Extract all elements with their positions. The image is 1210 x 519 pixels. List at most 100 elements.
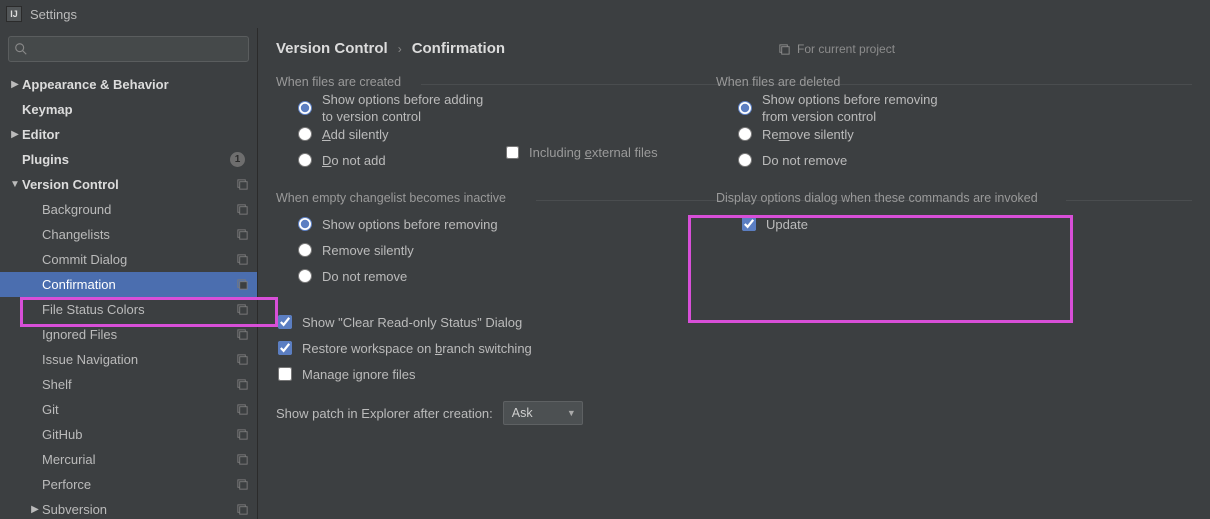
project-scope-icon	[235, 178, 249, 192]
check-restore-workspace[interactable]: Restore workspace on branch switching	[276, 335, 676, 361]
radio-input[interactable]	[738, 127, 752, 141]
group-legend: When empty changelist becomes inactive	[276, 191, 506, 205]
radio-label: Do not remove	[322, 269, 407, 284]
tree-item-label: Plugins	[22, 152, 230, 167]
radio-input[interactable]	[298, 153, 312, 167]
tree-item-background[interactable]: ▶Background	[0, 197, 257, 222]
patch-select[interactable]: Ask ▼	[503, 401, 583, 425]
select-value: Ask	[512, 406, 533, 420]
plain-checks: Show "Clear Read-only Status" Dialog Res…	[276, 309, 676, 387]
radio-label: Add silently	[322, 127, 388, 142]
tree-item-issue-navigation[interactable]: ▶Issue Navigation	[0, 347, 257, 372]
window-title: Settings	[30, 7, 77, 22]
project-scope-icon	[235, 228, 249, 242]
radio-input[interactable]	[298, 217, 312, 231]
tree-item-mercurial[interactable]: ▶Mercurial	[0, 447, 257, 472]
project-scope-icon	[235, 328, 249, 342]
radio-label: Show options before removing from versio…	[762, 92, 938, 124]
tree-item-changelists[interactable]: ▶Changelists	[0, 222, 257, 247]
tree-item-label: File Status Colors	[42, 302, 235, 317]
radio-created-show-options[interactable]: Show options before adding to version co…	[298, 95, 666, 121]
check-including-external[interactable]: Including external files	[506, 145, 658, 160]
tree-item-perforce[interactable]: ▶Perforce	[0, 472, 257, 497]
tree-item-github[interactable]: ▶GitHub	[0, 422, 257, 447]
tree-item-label: GitHub	[42, 427, 235, 442]
breadcrumb: Version Control › Confirmation	[276, 40, 1192, 57]
right-column: When files are deleted Show options befo…	[716, 77, 1192, 425]
chevron-right-icon[interactable]: ▶	[28, 504, 42, 515]
tree-item-label: Subversion	[42, 502, 235, 517]
search-icon	[14, 42, 28, 56]
radio-empty-do-not-remove[interactable]: Do not remove	[298, 263, 666, 289]
patch-label: Show patch in Explorer after creation:	[276, 406, 493, 421]
project-scope-icon	[235, 253, 249, 267]
tree-item-label: Git	[42, 402, 235, 417]
search	[8, 36, 249, 62]
checkbox-input[interactable]	[278, 367, 292, 381]
settings-tree: ▶Appearance & Behavior▶Keymap▶Editor▶Plu…	[0, 70, 257, 519]
chevron-right-icon: ›	[398, 42, 402, 56]
tree-item-editor[interactable]: ▶Editor	[0, 122, 257, 147]
tree-item-shelf[interactable]: ▶Shelf	[0, 372, 257, 397]
radio-label: Remove silently	[762, 127, 854, 142]
radio-empty-remove-silently[interactable]: Remove silently	[298, 237, 666, 263]
chevron-down-icon[interactable]: ▼	[8, 179, 22, 190]
radio-deleted-do-not-remove[interactable]: Do not remove	[738, 147, 1182, 173]
project-scope-icon	[235, 453, 249, 467]
radio-deleted-remove-silently[interactable]: Remove silently	[738, 121, 1182, 147]
tree-item-ignored-files[interactable]: ▶Ignored Files	[0, 322, 257, 347]
radio-label: Do not remove	[762, 153, 847, 168]
tree-item-plugins[interactable]: ▶Plugins1	[0, 147, 257, 172]
checkbox-input[interactable]	[278, 341, 292, 355]
radio-input[interactable]	[298, 243, 312, 257]
tree-item-appearance-behavior[interactable]: ▶Appearance & Behavior	[0, 72, 257, 97]
radio-label: Do not add	[322, 153, 386, 168]
tree-item-label: Background	[42, 202, 235, 217]
project-scope-icon	[235, 303, 249, 317]
check-manage-ignore[interactable]: Manage ignore files	[276, 361, 676, 387]
radio-input[interactable]	[298, 269, 312, 283]
check-clear-readonly[interactable]: Show "Clear Read-only Status" Dialog	[276, 309, 676, 335]
tree-item-git[interactable]: ▶Git	[0, 397, 257, 422]
tree-item-file-status-colors[interactable]: ▶File Status Colors	[0, 297, 257, 322]
radio-input[interactable]	[298, 127, 312, 141]
checkbox-input[interactable]	[278, 315, 292, 329]
tree-item-label: Ignored Files	[42, 327, 235, 342]
check-update[interactable]: Update	[716, 211, 1182, 237]
group-legend: Display options dialog when these comman…	[716, 191, 1038, 205]
breadcrumb-root[interactable]: Version Control	[276, 40, 388, 57]
for-current-project-label: For current project	[797, 42, 895, 56]
chevron-right-icon[interactable]: ▶	[8, 79, 22, 90]
project-scope-icon	[235, 403, 249, 417]
group-legend: When files are deleted	[716, 75, 840, 89]
tree-item-version-control[interactable]: ▼Version Control	[0, 172, 257, 197]
group-display-options-invoked: Display options dialog when these comman…	[716, 193, 1192, 247]
titlebar: IJ Settings	[0, 0, 1210, 28]
radio-input[interactable]	[298, 101, 312, 115]
checkbox-input[interactable]	[742, 217, 756, 231]
tree-item-label: Mercurial	[42, 452, 235, 467]
group-legend: When files are created	[276, 75, 401, 89]
tree-item-commit-dialog[interactable]: ▶Commit Dialog	[0, 247, 257, 272]
radio-input[interactable]	[738, 153, 752, 167]
radio-label: Show options before adding to version co…	[322, 92, 483, 124]
chevron-right-icon[interactable]: ▶	[8, 129, 22, 140]
tree-item-confirmation[interactable]: ▶Confirmation	[0, 272, 257, 297]
tree-item-label: Changelists	[42, 227, 235, 242]
checkbox-label: Including external files	[529, 145, 658, 160]
tree-item-label: Issue Navigation	[42, 352, 235, 367]
radio-empty-show-options[interactable]: Show options before removing	[298, 211, 666, 237]
tree-item-keymap[interactable]: ▶Keymap	[0, 97, 257, 122]
checkbox-input[interactable]	[506, 146, 519, 159]
checkbox-label: Restore workspace on branch switching	[302, 341, 532, 356]
for-current-project: For current project	[778, 42, 895, 56]
project-scope-icon	[235, 428, 249, 442]
tree-item-subversion[interactable]: ▶Subversion	[0, 497, 257, 519]
radio-input[interactable]	[738, 101, 752, 115]
search-input[interactable]	[8, 36, 249, 62]
tree-item-label: Shelf	[42, 377, 235, 392]
left-column: When files are created Show options befo…	[276, 77, 676, 425]
radio-created-add-silently[interactable]: Add silently	[298, 121, 666, 147]
radio-deleted-show-options[interactable]: Show options before removing from versio…	[738, 95, 1182, 121]
checkbox-label: Manage ignore files	[302, 367, 415, 382]
